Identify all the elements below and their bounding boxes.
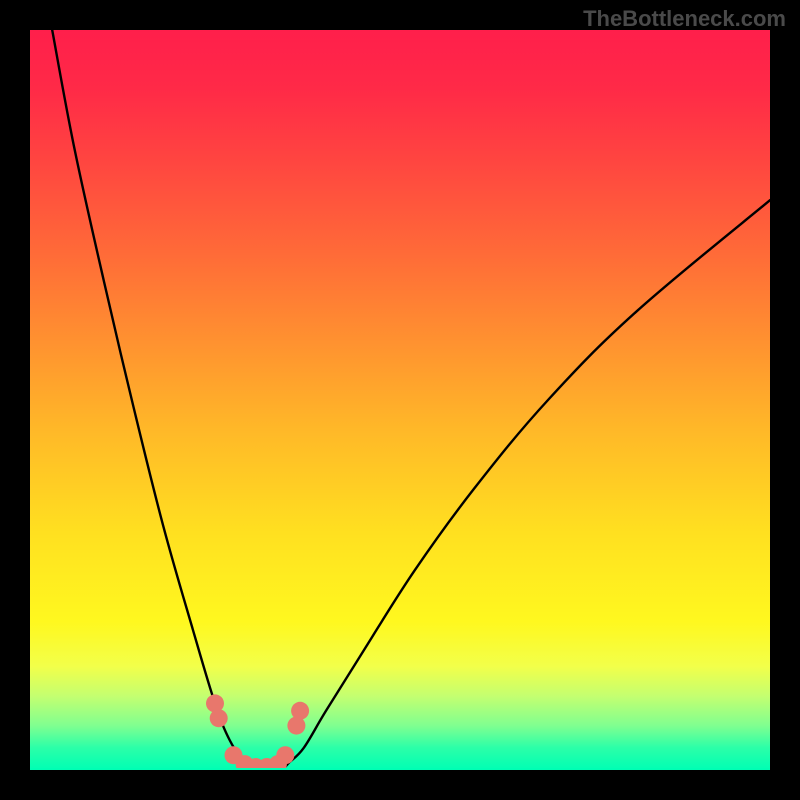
marker-dot	[276, 746, 294, 764]
watermark-text: TheBottleneck.com	[583, 6, 786, 32]
marker-dot	[291, 702, 309, 720]
valley-markers	[206, 694, 309, 770]
plot-area	[30, 30, 770, 770]
chart-frame: TheBottleneck.com	[0, 0, 800, 800]
baseline	[30, 768, 770, 770]
marker-layer	[30, 30, 770, 770]
marker-dot	[210, 709, 228, 727]
